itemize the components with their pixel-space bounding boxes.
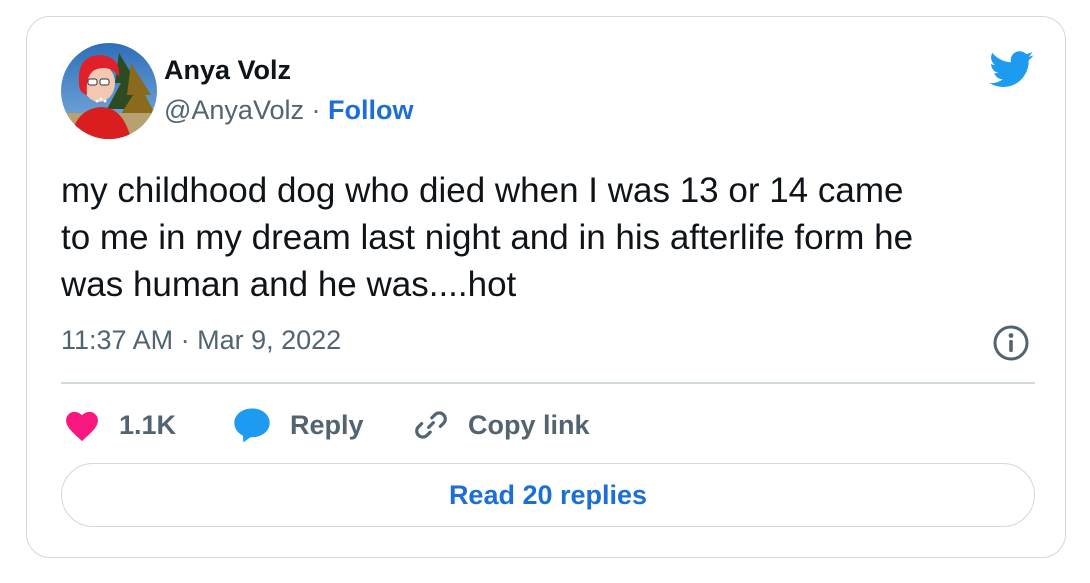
reply-label: Reply bbox=[290, 409, 364, 440]
like-count: 1.1K bbox=[119, 409, 177, 440]
tweet-timestamp[interactable]: 11:37 AM · Mar 9, 2022 bbox=[61, 325, 341, 356]
tweet-text-line: was human and he was....hot bbox=[61, 265, 517, 304]
link-icon bbox=[415, 411, 447, 439]
tweet-text-line: my childhood dog who died when I was 13 … bbox=[61, 171, 904, 210]
tweet-text: my childhood dog who died when I was 13 … bbox=[61, 167, 1031, 308]
author-handle[interactable]: @AnyaVolz bbox=[164, 95, 304, 125]
tweet-date: Mar 9, 2022 bbox=[197, 325, 342, 355]
info-icon[interactable] bbox=[991, 323, 1031, 363]
twitter-bird-icon[interactable] bbox=[987, 47, 1037, 91]
tweet-text-line: to me in my dream last night and in his … bbox=[61, 218, 914, 257]
copy-link-label: Copy link bbox=[468, 409, 590, 440]
speech-bubble-icon bbox=[234, 408, 270, 443]
tweet-time: 11:37 AM bbox=[61, 325, 174, 355]
author-handle-row: @AnyaVolz · Follow bbox=[164, 95, 414, 126]
reply-button[interactable]: Reply bbox=[232, 405, 364, 445]
timestamp-separator: · bbox=[180, 325, 190, 355]
tweet-card: Anya Volz @AnyaVolz · Follow my childhoo… bbox=[26, 16, 1066, 558]
read-replies-button[interactable]: Read 20 replies bbox=[61, 463, 1035, 527]
handle-separator: · bbox=[311, 95, 321, 125]
copy-link-button[interactable]: Copy link bbox=[412, 405, 590, 445]
follow-button[interactable]: Follow bbox=[328, 95, 413, 125]
heart-icon bbox=[66, 411, 98, 442]
like-button[interactable]: 1.1K bbox=[63, 405, 176, 445]
author-name[interactable]: Anya Volz bbox=[164, 55, 291, 86]
avatar[interactable] bbox=[61, 43, 157, 139]
avatar-image bbox=[61, 43, 157, 139]
divider bbox=[61, 382, 1035, 384]
